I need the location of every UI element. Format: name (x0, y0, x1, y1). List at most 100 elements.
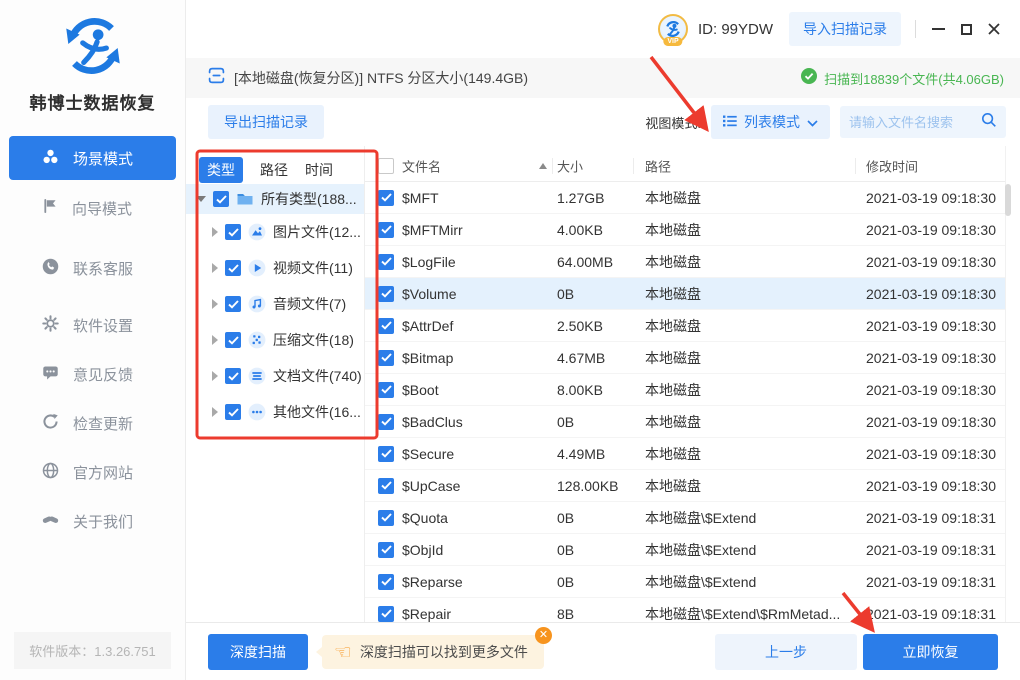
tree-checkbox[interactable] (225, 296, 241, 312)
file-modified-time: 2021-03-19 09:18:31 (866, 573, 996, 590)
handshake-icon (42, 511, 59, 532)
caret-right-icon[interactable] (212, 335, 218, 345)
file-size: 4.49MB (557, 445, 606, 462)
search-box (840, 106, 1006, 138)
column-header-size[interactable]: 大小 (557, 156, 639, 175)
recover-now-button[interactable]: 立即恢复 (863, 633, 998, 670)
tree-item-archive-files[interactable]: 压缩文件(18) (186, 322, 364, 358)
table-row[interactable]: $LogFile 64.00MB 本地磁盘 2021-03-19 09:18:30 (365, 246, 1005, 278)
table-row[interactable]: $Secure 4.49MB 本地磁盘 2021-03-19 09:18:30 (365, 438, 1005, 470)
titlebar-divider (915, 20, 916, 38)
column-header-path[interactable]: 路径 (645, 156, 853, 175)
sidebar-item-about-us[interactable]: 关于我们 (0, 499, 185, 543)
tree-item-other-files[interactable]: 其他文件(16... (186, 394, 364, 430)
tree-checkbox[interactable] (225, 404, 241, 420)
row-checkbox[interactable] (378, 541, 394, 558)
row-checkbox[interactable] (378, 349, 394, 366)
previous-step-button[interactable]: 上一步 (715, 633, 857, 670)
sidebar-item-label: 官方网站 (73, 464, 134, 482)
row-checkbox[interactable] (378, 381, 394, 398)
tab-path[interactable]: 路径 (260, 157, 288, 183)
brand-logo-icon (57, 18, 129, 86)
tree-item-image-files[interactable]: 图片文件(12... (186, 214, 364, 250)
tree-checkbox[interactable] (225, 260, 241, 276)
view-mode-dropdown[interactable]: 列表模式 (711, 105, 830, 139)
file-name: $Secure (402, 445, 455, 462)
sidebar-item-wizard-mode[interactable]: 向导模式 (0, 186, 185, 230)
sidebar-item-check-update[interactable]: 检查更新 (0, 401, 185, 445)
tab-type[interactable]: 类型 (199, 156, 243, 183)
tooltip-close-icon[interactable]: ✕ (534, 626, 552, 644)
tree-checkbox[interactable] (213, 191, 229, 207)
table-row[interactable]: $Boot 8.00KB 本地磁盘 2021-03-19 09:18:30 (365, 374, 1005, 406)
row-checkbox[interactable] (378, 285, 394, 302)
table-row[interactable]: $Quota 0B 本地磁盘\$Extend 2021-03-19 09:18:31 (365, 502, 1005, 534)
column-header-modified-time[interactable]: 修改时间 (866, 156, 1004, 175)
row-checkbox[interactable] (378, 221, 394, 238)
file-size: 4.67MB (557, 349, 606, 366)
row-checkbox[interactable] (378, 413, 394, 430)
table-row[interactable]: $MFTMirr 4.00KB 本地磁盘 2021-03-19 09:18:30 (365, 214, 1005, 246)
tab-time[interactable]: 时间 (305, 157, 333, 183)
file-name: $Boot (402, 381, 439, 398)
caret-right-icon[interactable] (212, 299, 218, 309)
caret-right-icon[interactable] (212, 263, 218, 273)
table-row[interactable]: $Reparse 0B 本地磁盘\$Extend 2021-03-19 09:18:3… (365, 566, 1005, 598)
column-header-filename[interactable]: 文件名 (402, 156, 534, 175)
table-row[interactable]: $BadClus 0B 本地磁盘 2021-03-19 09:18:30 (365, 406, 1005, 438)
tree-checkbox[interactable] (225, 224, 241, 240)
row-checkbox[interactable] (378, 509, 394, 526)
sort-ascending-icon[interactable] (539, 163, 547, 169)
export-scan-record-button[interactable]: 导出扫描记录 (208, 105, 324, 139)
sidebar-item-settings[interactable]: 软件设置 (0, 303, 185, 347)
search-input[interactable] (849, 114, 981, 130)
import-scan-record-button[interactable]: 导入扫描记录 (789, 12, 901, 46)
sidebar-item-official-website[interactable]: 官方网站 (0, 450, 185, 494)
view-mode-value: 列表模式 (744, 114, 800, 130)
maximize-icon (960, 23, 972, 35)
tree-item-video-files[interactable]: 视频文件(11) (186, 250, 364, 286)
sidebar-item-scene-mode[interactable]: 场景模式 (9, 136, 176, 180)
file-path: 本地磁盘 (645, 381, 701, 398)
table-row[interactable]: $Volume 0B 本地磁盘 2021-03-19 09:18:30 (365, 278, 1005, 310)
caret-down-icon[interactable] (196, 196, 206, 202)
tree-item-label: 图片文件(12... (273, 224, 361, 240)
tree-checkbox[interactable] (225, 368, 241, 384)
search-icon[interactable] (981, 112, 997, 133)
sidebar-item-label: 场景模式 (73, 150, 134, 168)
maximize-button[interactable] (952, 14, 980, 44)
row-checkbox[interactable] (378, 189, 394, 206)
select-all-checkbox[interactable] (378, 158, 394, 174)
table-row[interactable]: $UpCase 128.00KB 本地磁盘 2021-03-19 09:18:30 (365, 470, 1005, 502)
file-modified-time: 2021-03-19 09:18:30 (866, 349, 996, 366)
caret-right-icon[interactable] (212, 371, 218, 381)
deep-scan-button[interactable]: 深度扫描 (208, 633, 308, 670)
row-checkbox[interactable] (378, 477, 394, 494)
minimize-button[interactable] (924, 14, 952, 44)
sidebar-item-feedback[interactable]: 意见反馈 (0, 352, 185, 396)
tree-checkbox[interactable] (225, 332, 241, 348)
refresh-icon (42, 413, 59, 434)
file-size: 0B (557, 413, 575, 430)
table-row[interactable]: $AttrDef 2.50KB 本地磁盘 2021-03-19 09:18:30 (365, 310, 1005, 342)
tree-item-audio-files[interactable]: 音频文件(7) (186, 286, 364, 322)
row-checkbox[interactable] (378, 605, 394, 622)
row-checkbox[interactable] (378, 253, 394, 270)
caret-right-icon[interactable] (212, 227, 218, 237)
sidebar-item-contact-support[interactable]: 联系客服 (0, 246, 185, 290)
table-row[interactable]: $Bitmap 4.67MB 本地磁盘 2021-03-19 09:18:30 (365, 342, 1005, 374)
table-row[interactable]: $MFT 1.27GB 本地磁盘 2021-03-19 09:18:30 (365, 182, 1005, 214)
user-avatar: VIP (657, 14, 688, 46)
close-button[interactable] (980, 14, 1008, 44)
table-row[interactable]: $Repair 8B 本地磁盘\$Extend\$RmMetad... 2021-03… (365, 598, 1005, 622)
vertical-scrollbar-thumb[interactable] (1005, 184, 1011, 216)
sidebar-item-label: 关于我们 (73, 513, 134, 531)
tooltip-text: 深度扫描可以找到更多文件 (359, 643, 528, 660)
row-checkbox[interactable] (378, 445, 394, 462)
caret-right-icon[interactable] (212, 407, 218, 417)
row-checkbox[interactable] (378, 573, 394, 590)
tree-item-all-types[interactable]: 所有类型(188... (186, 184, 364, 214)
table-row[interactable]: $ObjId 0B 本地磁盘\$Extend 2021-03-19 09:18:31 (365, 534, 1005, 566)
tree-item-document-files[interactable]: 文档文件(740) (186, 358, 364, 394)
row-checkbox[interactable] (378, 317, 394, 334)
